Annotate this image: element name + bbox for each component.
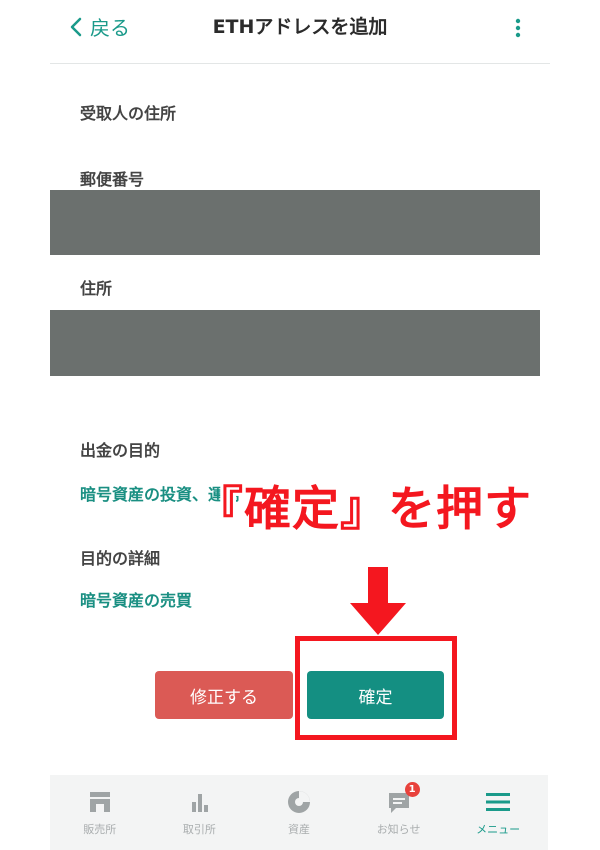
postal-code-label: 郵便番号 [80, 170, 145, 189]
tab-shop[interactable]: 販売所 [50, 775, 150, 850]
purpose-detail-label: 目的の詳細 [80, 549, 161, 568]
tab-label: 販売所 [83, 823, 117, 836]
menu-icon [486, 793, 511, 811]
bottom-tab-bar: 販売所 取引所 資産 1 お知らせ メニュー [50, 775, 548, 850]
tab-notifications[interactable]: 1 お知らせ [349, 775, 449, 850]
recipient-address-heading: 受取人の住所 [80, 104, 177, 123]
bar-chart-icon [192, 794, 209, 812]
edit-button[interactable]: 修正する [155, 671, 293, 719]
tab-menu[interactable]: メニュー [448, 775, 548, 850]
tab-label: メニュー [476, 823, 521, 836]
shop-icon [89, 792, 110, 812]
tab-assets[interactable]: 資産 [249, 775, 349, 850]
confirm-button[interactable]: 確定 [307, 671, 444, 719]
tab-label: 資産 [287, 823, 310, 836]
notification-badge: 1 [404, 782, 420, 797]
tab-label: お知らせ [376, 823, 421, 836]
address-label: 住所 [80, 279, 113, 298]
instruction-annotation: 『確定』を押す [196, 482, 532, 537]
purpose-detail-value: 暗号資産の売買 [80, 591, 193, 610]
tab-exchange[interactable]: 取引所 [150, 775, 250, 850]
postal-code-value-redacted [50, 190, 540, 255]
pie-chart-icon [287, 791, 310, 813]
page-title: ETHアドレスを追加 [212, 16, 388, 38]
app-header: 戻る ETHアドレスを追加 [50, 0, 550, 64]
address-value-redacted [50, 310, 540, 376]
tab-label: 取引所 [182, 823, 216, 836]
arrow-down-icon [350, 567, 406, 635]
more-options-icon[interactable] [514, 16, 522, 40]
purpose-label: 出金の目的 [80, 441, 161, 460]
